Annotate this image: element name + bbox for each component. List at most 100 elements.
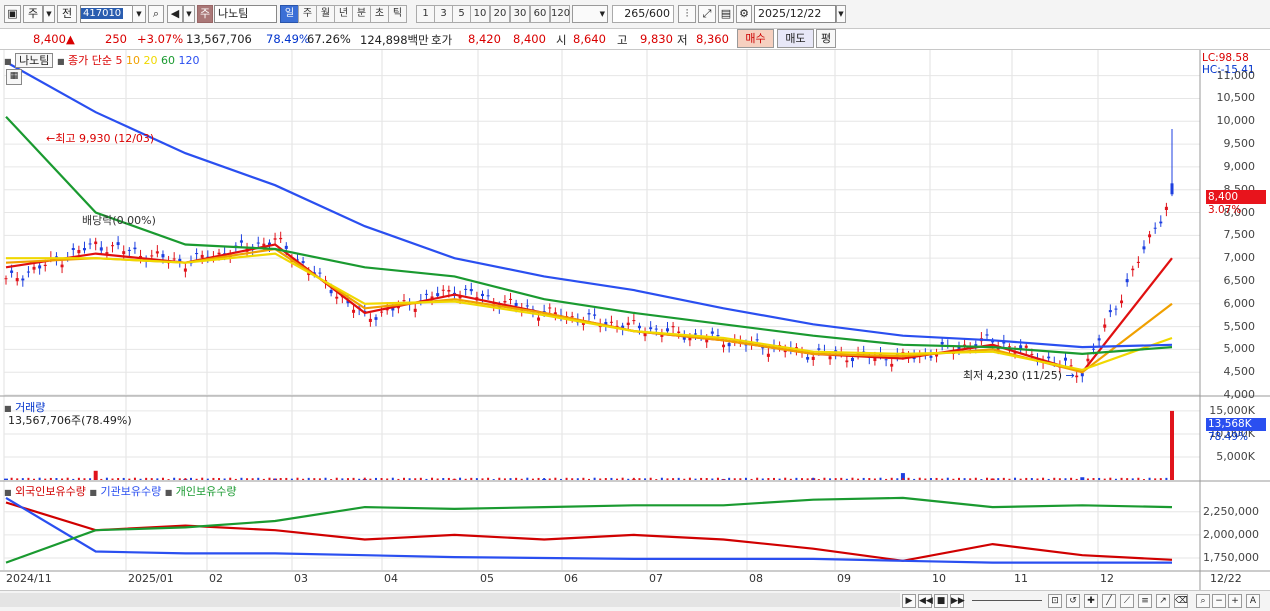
prev-button[interactable]: 전 <box>57 5 77 23</box>
candle-body <box>368 318 372 322</box>
candle-body <box>766 353 770 357</box>
play-icon[interactable]: ▶ <box>902 594 916 608</box>
minute-button-3[interactable]: 3 <box>434 5 453 23</box>
minute-dropdown[interactable]: ▼ <box>572 5 608 23</box>
low-annotation: 최저 4,230 (11/25) → <box>963 367 1075 383</box>
speaker-dropdown-icon[interactable]: ▼ <box>183 5 195 23</box>
gear-icon[interactable]: ⚙ <box>736 5 752 23</box>
market-select[interactable]: 주 <box>23 5 43 23</box>
volume-bar <box>873 478 876 480</box>
minute-button-10[interactable]: 10 <box>470 5 490 23</box>
text-tool-icon[interactable]: A <box>1246 594 1260 608</box>
volume-bar <box>21 478 24 480</box>
volume-bar <box>296 477 299 480</box>
candle-body <box>26 271 30 273</box>
period-button-2[interactable]: 월 <box>316 5 335 23</box>
volume-bar <box>857 478 860 480</box>
crosshair-icon[interactable]: ✚ <box>1084 594 1098 608</box>
chart-type-icon[interactable]: ⤢ <box>698 5 716 23</box>
ma-legend-20: 20 <box>139 54 158 67</box>
volume-bar <box>66 477 69 480</box>
rewind-icon[interactable]: ◀◀ <box>918 594 933 608</box>
avg-button[interactable]: 평 <box>816 29 836 48</box>
period-button-0[interactable]: 일 <box>280 5 299 23</box>
chevron-down-icon[interactable]: ▼ <box>43 5 55 23</box>
volume-bar <box>436 478 439 480</box>
code-dropdown-icon[interactable]: ▼ <box>132 5 146 23</box>
period-button-5[interactable]: 초 <box>370 5 389 23</box>
save-icon[interactable]: ▤ <box>718 5 734 23</box>
volume-bar <box>980 479 983 480</box>
volume-bar <box>1008 478 1011 480</box>
date-dropdown-icon[interactable]: ▼ <box>836 5 846 23</box>
toolbar: ▣ 주 ▼ 전 417010 ▼ ⌕ ◀ ▼ 주 나노팀 ▼ 265/600 ⫶… <box>0 0 1270 29</box>
candle-body <box>643 333 647 337</box>
line-tool-icon[interactable]: ╱ <box>1102 594 1116 608</box>
period-button-3[interactable]: 년 <box>334 5 353 23</box>
candle-body <box>1080 373 1084 377</box>
volume-bar <box>627 478 630 480</box>
arrow-tool-icon[interactable]: ↗ <box>1156 594 1170 608</box>
search-icon[interactable]: ⌕ <box>148 5 164 23</box>
minute-button-120[interactable]: 120 <box>550 5 570 23</box>
period-button-6[interactable]: 틱 <box>388 5 407 23</box>
candle-body <box>1092 348 1096 350</box>
minute-button-1[interactable]: 1 <box>416 5 435 23</box>
volume-bar <box>526 477 529 480</box>
eraser-icon[interactable]: ⌫ <box>1174 594 1188 608</box>
sell-button[interactable]: 매도 <box>777 29 814 48</box>
window-icon[interactable]: ▣ <box>4 5 21 23</box>
candle-icon[interactable]: ⫶ <box>678 5 696 23</box>
search-zoom-icon[interactable]: ⌕ <box>1196 594 1210 608</box>
candle-body <box>200 254 204 258</box>
minute-button-60[interactable]: 60 <box>530 5 550 23</box>
volume-bar <box>105 477 108 480</box>
stock-name-field[interactable]: 나노팀 <box>214 5 277 23</box>
volume-bar <box>1103 478 1106 480</box>
volume-bar <box>565 477 568 480</box>
ma-line-120 <box>5 61 1173 349</box>
minute-button-30[interactable]: 30 <box>510 5 530 23</box>
volume-bar <box>896 478 899 480</box>
stop-icon[interactable]: ■ <box>934 594 948 608</box>
buy-button[interactable]: 매수 <box>737 29 774 48</box>
volume-bar <box>218 478 221 480</box>
volume-bar <box>167 479 170 480</box>
volume-bar <box>515 477 518 480</box>
candle-body <box>1019 345 1023 349</box>
candle-body <box>665 328 669 332</box>
volume-bar <box>1126 478 1129 480</box>
volume-bar <box>728 477 731 480</box>
minute-button-5[interactable]: 5 <box>452 5 471 23</box>
low-label: 저 <box>677 33 688 47</box>
volume-bar <box>16 478 19 480</box>
date-field[interactable]: 2025/12/22 <box>754 5 836 23</box>
speaker-icon[interactable]: ◀ <box>167 5 183 23</box>
period-button-1[interactable]: 주 <box>298 5 317 23</box>
reset-icon[interactable]: ↺ <box>1066 594 1080 608</box>
scroll-track[interactable] <box>0 593 900 607</box>
stock-label[interactable]: 나노팀 <box>15 53 54 68</box>
trend-tool-icon[interactable]: ⟋ <box>1120 594 1134 608</box>
zoom-slider[interactable] <box>972 600 1042 601</box>
minute-button-20[interactable]: 20 <box>490 5 510 23</box>
period-button-4[interactable]: 분 <box>352 5 371 23</box>
volume-bar <box>302 478 305 480</box>
volume-bar <box>711 478 714 480</box>
fast-forward-icon[interactable]: ▶▶ <box>950 594 965 608</box>
current-pct-tag: 3.07% <box>1208 204 1242 216</box>
volume-ratio: 78.49% <box>266 32 310 46</box>
zoom-fit-icon[interactable]: ⊡ <box>1048 594 1062 608</box>
chart-canvas[interactable] <box>0 50 1270 590</box>
candle-body <box>88 243 92 245</box>
zoom-out-icon[interactable]: − <box>1212 594 1226 608</box>
candle-body <box>929 355 933 358</box>
count-field[interactable]: 265/600 <box>612 5 674 23</box>
volume-bar <box>10 477 13 480</box>
x-tick-label: 2024/11 <box>6 572 52 585</box>
grid-icon[interactable]: ▦ <box>6 69 22 85</box>
volume-bar <box>475 478 478 480</box>
zoom-in-icon[interactable]: + <box>1228 594 1242 608</box>
fib-tool-icon[interactable]: ≡ <box>1138 594 1152 608</box>
chart-area[interactable]: ■ 나노팀 ■ 종가 단순 5 10 20 60 120 ▦ LC:98.58 … <box>0 50 1270 590</box>
